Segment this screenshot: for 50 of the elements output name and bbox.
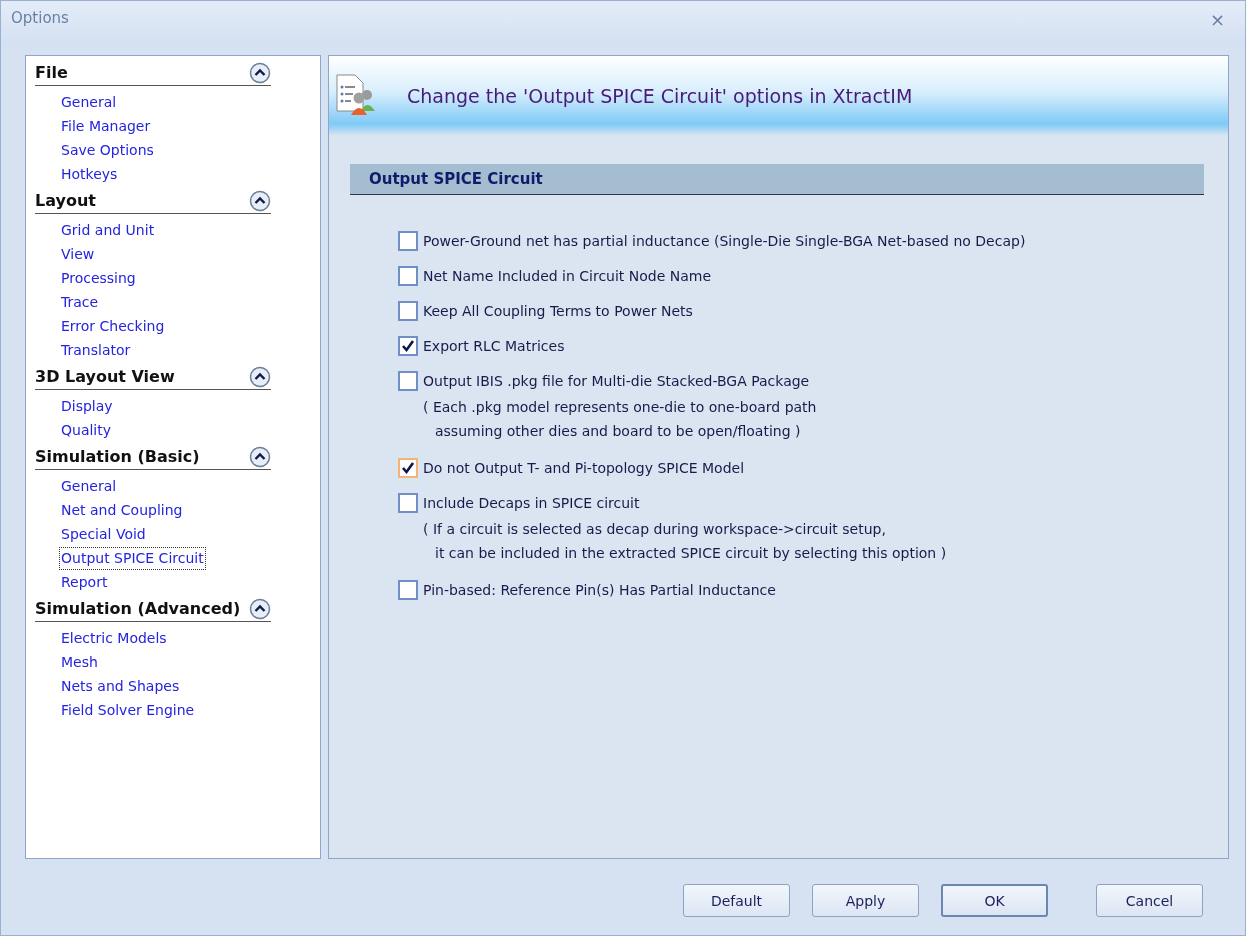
sidebar-item[interactable]: Special Void (59, 523, 148, 546)
sidebar-item[interactable]: File Manager (59, 115, 153, 138)
sidebar-item[interactable]: Translator (59, 339, 133, 362)
sidebar-item[interactable]: Field Solver Engine (59, 699, 197, 722)
option-note: it can be included in the extracted SPICE circuit by selecting this option ) (434, 544, 948, 563)
window-title: Options (11, 9, 69, 27)
collapse-icon[interactable] (249, 445, 271, 468)
collapse-icon[interactable] (249, 365, 271, 388)
option-label: Include Decaps in SPICE circuit (423, 495, 640, 511)
option-note: assuming other dies and board to be open/floating ) (434, 422, 802, 441)
group-title: Simulation (Advanced) (35, 599, 241, 618)
option-note: ( Each .pkg model represents one-die to one-board path (423, 398, 818, 417)
sidebar-item[interactable]: Output SPICE Circuit (59, 547, 206, 570)
sidebar-item[interactable]: Mesh (59, 651, 100, 674)
sidebar-item[interactable]: Electric Models (59, 627, 169, 650)
group-title: Layout (35, 191, 96, 210)
sidebar-item[interactable]: Error Checking (59, 315, 167, 338)
collapse-icon[interactable] (249, 597, 271, 620)
banner-title: Change the 'Output SPICE Circuit' options in XtractIM (407, 85, 913, 107)
option-label: Do not Output T- and Pi-topology SPICE Model (423, 460, 745, 476)
sidebar-item[interactable]: Hotkeys (59, 163, 120, 186)
sidebar-item[interactable]: Report (59, 571, 110, 594)
option-label: Keep All Coupling Terms to Power Nets (423, 303, 693, 319)
dialog-button[interactable]: Default (683, 884, 790, 917)
dialog-button[interactable]: Apply (812, 884, 919, 917)
option-label: Export RLC Matrices (423, 338, 565, 354)
sidebar-item[interactable]: Processing (59, 267, 138, 290)
group-title: Simulation (Basic) (35, 447, 200, 466)
dialog-button[interactable]: Cancel (1096, 884, 1203, 917)
sidebar-item[interactable]: Save Options (59, 139, 156, 162)
option-note: ( If a circuit is selected as decap during workspace->circuit setup, (423, 520, 887, 539)
option-label: Output IBIS .pkg file for Multi-die Stacked-BGA Package (423, 373, 810, 389)
section-title: Output SPICE Circuit (369, 170, 543, 188)
sidebar-item[interactable]: General (59, 475, 119, 498)
sidebar-item[interactable]: Nets and Shapes (59, 675, 182, 698)
option-label: Net Name Included in Circuit Node Name (423, 268, 712, 284)
sidebar-item[interactable]: General (59, 91, 119, 114)
sidebar-item[interactable]: Grid and Unit (59, 219, 157, 242)
sidebar-item[interactable]: Trace (59, 291, 101, 314)
sidebar-item[interactable]: Net and Coupling (59, 499, 185, 522)
collapse-icon[interactable] (249, 189, 271, 212)
dialog-button[interactable]: OK (941, 884, 1048, 917)
sidebar-item[interactable]: Display (59, 395, 115, 418)
sidebar-item[interactable]: Quality (59, 419, 114, 442)
collapse-icon[interactable] (249, 61, 271, 84)
option-label: Power-Ground net has partial inductance (Single-Die Single-BGA Net-based no Decap) (423, 233, 1026, 249)
group-title: File (35, 63, 68, 82)
group-title: 3D Layout View (35, 367, 175, 386)
sidebar-item[interactable]: View (59, 243, 97, 266)
option-label: Pin-based: Reference Pin(s) Has Partial Inductance (423, 582, 776, 598)
